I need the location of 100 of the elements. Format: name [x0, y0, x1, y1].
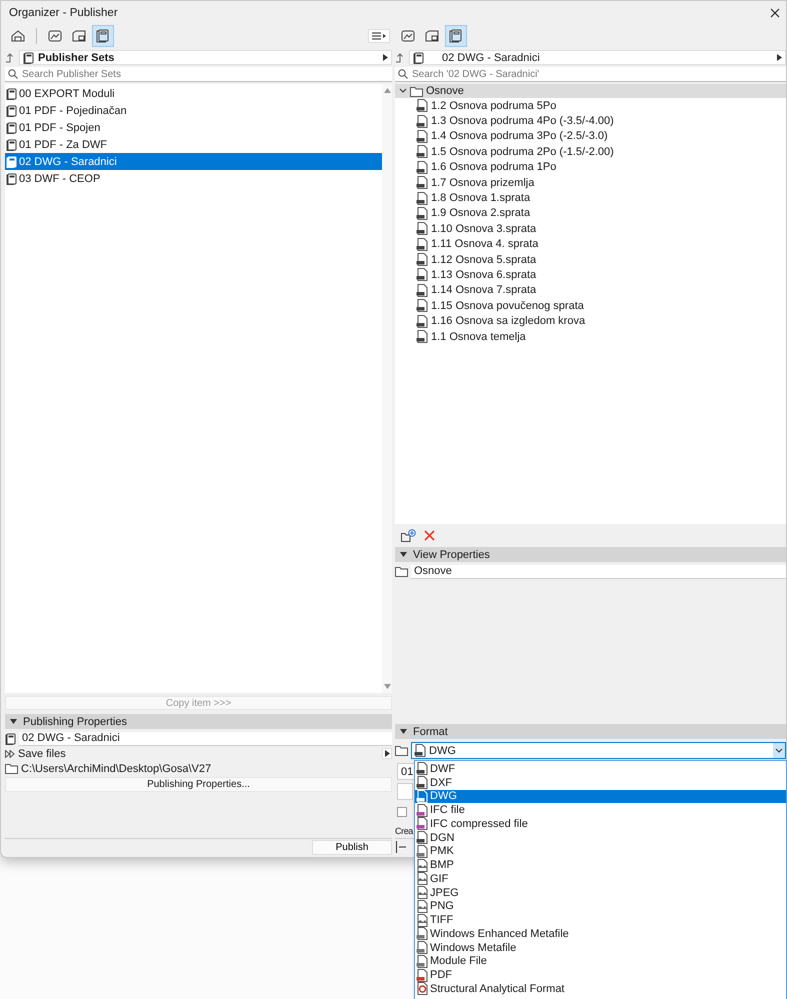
- folder-icon: [5, 763, 18, 774]
- delete-icon[interactable]: [424, 530, 435, 540]
- section-header[interactable]: View Properties: [395, 547, 786, 562]
- text-field[interactable]: [397, 783, 413, 800]
- list-item[interactable]: 01 PDF - Za DWF: [5, 136, 382, 153]
- toolbar-button[interactable]: [445, 25, 467, 47]
- tree-item[interactable]: 1.16 Osnova sa izgledom krova: [395, 313, 786, 329]
- dropdown-option[interactable]: DGN: [415, 830, 786, 844]
- book-stack-icon: [95, 28, 111, 44]
- section-header[interactable]: Publishing Properties: [5, 714, 392, 729]
- dropdown-option[interactable]: PDF: [415, 968, 786, 982]
- list-item[interactable]: 01 PDF - Spojen: [5, 119, 382, 136]
- tree-item[interactable]: 1.14 Osnova 7.sprata: [395, 282, 786, 298]
- file-icon: [416, 268, 428, 282]
- tree-item[interactable]: 1.3 Osnova podruma 4Po (-3.5/-4.00): [395, 113, 786, 129]
- tree-item[interactable]: 1.11 Osnova 4. sprata: [395, 236, 786, 252]
- chevron-icon: [399, 88, 407, 94]
- tree-item[interactable]: 1.8 Osnova 1.sprata: [395, 190, 786, 206]
- menu-icon: [372, 32, 386, 40]
- picture-frame-icon: [47, 28, 63, 44]
- more-triangle-icon[interactable]: [384, 750, 390, 757]
- dropdown-option[interactable]: PNG: [415, 900, 786, 914]
- scroll-down-icon[interactable]: [384, 684, 390, 689]
- dropdown-option[interactable]: IFC file: [415, 803, 786, 817]
- file-icon: [416, 314, 428, 328]
- tree-item[interactable]: 1.4 Osnova podruma 3Po (-2.5/-3.0): [395, 128, 786, 144]
- dropdown-option[interactable]: TIFF: [415, 913, 786, 927]
- tree-item[interactable]: 1.5 Osnova podruma 2Po (-1.5/-2.00): [395, 144, 786, 160]
- dropdown-option[interactable]: Structural Analytical Format: [415, 982, 786, 996]
- tree-item[interactable]: 1.1 Osnova temelja: [395, 328, 786, 344]
- mode-menu-button[interactable]: [382, 748, 392, 759]
- checkbox[interactable]: [397, 806, 407, 816]
- tree-item[interactable]: 1.10 Osnova 3.sprata: [395, 221, 786, 237]
- list-item[interactable]: 01 PDF - Pojedinačan: [5, 102, 382, 119]
- menu-button[interactable]: [368, 29, 390, 43]
- search-field[interactable]: Search '02 DWG - Saradnici': [395, 67, 786, 82]
- dropdown-option[interactable]: Windows Enhanced Metafile: [415, 927, 786, 941]
- scroll-up-icon[interactable]: [384, 88, 390, 93]
- publish-mode: Save files: [18, 748, 67, 760]
- file-icon: [416, 238, 428, 251]
- collapse-triangle-icon: [400, 728, 407, 734]
- file-icon: [416, 299, 428, 312]
- more-triangle-icon[interactable]: [777, 54, 782, 61]
- tree-item[interactable]: 1.9 Osnova 2.sprata: [395, 206, 786, 222]
- name-field[interactable]: Osnove: [411, 564, 786, 578]
- new-folder-icon[interactable]: [401, 528, 416, 542]
- dropdown-option[interactable]: BMP: [415, 858, 786, 872]
- search-icon: [8, 69, 18, 79]
- dropdown-option[interactable]: JPEG: [415, 886, 786, 900]
- publish-button[interactable]: Publish: [312, 840, 392, 854]
- path-field[interactable]: Publisher Sets: [19, 50, 392, 65]
- collapse-triangle-icon: [400, 552, 407, 558]
- double-arrow-icon: [5, 750, 15, 758]
- file-icon: [416, 192, 428, 205]
- output-path: C:\Users\ArchiMind\Desktop\Gosa\V27: [21, 762, 212, 774]
- dropdown-option[interactable]: Module File: [415, 954, 786, 968]
- file-icon: [416, 130, 428, 143]
- format-dropdown[interactable]: DWG: [411, 742, 786, 759]
- house-icon: [10, 28, 26, 44]
- file-icon: [416, 253, 428, 266]
- book-icon: [6, 156, 17, 168]
- file-icon: [416, 160, 428, 174]
- file-icon: [416, 99, 428, 112]
- picture-frame-icon: [400, 28, 416, 44]
- tree-item[interactable]: 1.7 Osnova prizemlja: [395, 174, 786, 190]
- file-icon: [416, 222, 428, 236]
- dropdown-option[interactable]: IFC compressed file: [415, 817, 786, 831]
- list-item[interactable]: 00 EXPORT Moduli: [5, 85, 382, 102]
- align-icon[interactable]: [395, 841, 407, 853]
- file-icon: [416, 176, 428, 190]
- toolbar-button[interactable]: [92, 25, 114, 47]
- publishing-properties-button[interactable]: Publishing Properties...: [5, 777, 392, 792]
- collapse-triangle-icon: [10, 718, 17, 724]
- tree-item[interactable]: 1.15 Osnova povučenog sprata: [395, 298, 786, 314]
- tree-item[interactable]: 1.6 Osnova podruma 1Po: [395, 160, 786, 175]
- tree-item[interactable]: 1.2 Osnova podruma 5Po: [395, 98, 786, 114]
- folder-layout-icon: [424, 28, 440, 44]
- dropdown-option[interactable]: Windows Metafile: [415, 940, 786, 954]
- list-item[interactable]: 03 DWF - CEOP: [5, 170, 382, 187]
- window-title: Organizer - Publisher: [9, 6, 118, 18]
- name-field[interactable]: 02 DWG - Saradnici: [19, 732, 392, 746]
- book-icon: [5, 732, 16, 744]
- tree-folder-row[interactable]: Osnove: [395, 84, 786, 98]
- list-item[interactable]: 02 DWG - Saradnici: [5, 153, 382, 170]
- dropdown-option[interactable]: GIF: [415, 872, 786, 886]
- tree-item[interactable]: 1.13 Osnova 6.sprata: [395, 267, 786, 283]
- section-header[interactable]: Format: [395, 724, 786, 739]
- file-icon: [416, 206, 428, 220]
- path-field[interactable]: 02 DWG - Saradnici: [409, 50, 786, 65]
- search-icon: [398, 69, 408, 79]
- dropdown-option[interactable]: DWG: [415, 790, 786, 804]
- file-icon: [416, 330, 428, 344]
- search-field[interactable]: Search Publisher Sets: [5, 67, 392, 82]
- folder-layout-icon: [71, 28, 87, 44]
- more-triangle-icon[interactable]: [383, 54, 388, 61]
- tree-item[interactable]: 1.12 Osnova 5.sprata: [395, 252, 786, 268]
- dropdown-option[interactable]: PMK: [415, 844, 786, 858]
- book-stack-icon: [448, 28, 464, 44]
- close-icon[interactable]: [770, 8, 780, 18]
- file-icon: [416, 145, 428, 158]
